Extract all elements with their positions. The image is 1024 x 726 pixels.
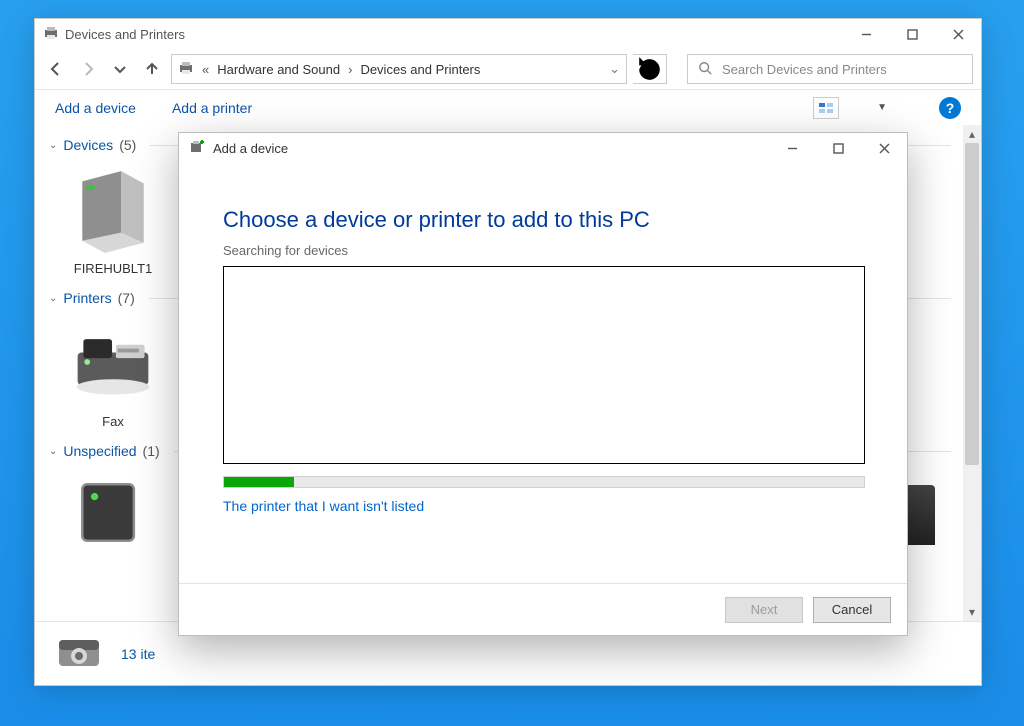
wizard-title: Add a device xyxy=(213,141,288,156)
forward-button xyxy=(75,56,101,82)
device-fax-label: Fax xyxy=(102,414,124,429)
wizard-close-button[interactable] xyxy=(861,133,907,163)
wizard-footer: Next Cancel xyxy=(179,583,907,635)
device-pc[interactable]: FIREHUBLT1 xyxy=(53,163,173,276)
wizard-minimize-button[interactable] xyxy=(769,133,815,163)
breadcrumb-hardware[interactable]: Hardware and Sound xyxy=(217,62,340,77)
chevron-right-icon: › xyxy=(348,62,352,77)
minimize-button[interactable] xyxy=(843,19,889,49)
wizard-subheading: Searching for devices xyxy=(223,243,863,258)
add-device-icon xyxy=(189,139,205,158)
group-unspecified-label: Unspecified xyxy=(63,443,136,459)
explorer-titlebar: Devices and Printers xyxy=(35,19,981,49)
back-button[interactable] xyxy=(43,56,69,82)
device-list[interactable] xyxy=(223,266,865,464)
add-device-wizard: Add a device Choose a device or printer … xyxy=(178,132,908,636)
group-devices-label: Devices xyxy=(63,137,113,153)
device-pc-label: FIREHUBLT1 xyxy=(74,261,153,276)
group-printers-label: Printers xyxy=(63,290,111,306)
search-box[interactable] xyxy=(687,54,973,84)
wizard-maximize-button[interactable] xyxy=(815,133,861,163)
group-devices-count: (5) xyxy=(119,137,136,153)
add-device-command[interactable]: Add a device xyxy=(55,100,136,116)
up-button[interactable] xyxy=(139,56,165,82)
command-bar: Add a device Add a printer ▼ ? xyxy=(35,89,981,125)
wizard-heading: Choose a device or printer to add to thi… xyxy=(223,207,863,233)
refresh-button[interactable] xyxy=(633,54,667,84)
device-fax[interactable]: Fax xyxy=(53,316,173,429)
device-unspecified[interactable] xyxy=(53,469,173,561)
nav-row: « Hardware and Sound › Devices and Print… xyxy=(35,49,981,89)
address-bar[interactable]: « Hardware and Sound › Devices and Print… xyxy=(171,54,627,84)
add-printer-command[interactable]: Add a printer xyxy=(172,100,252,116)
pc-tower-icon xyxy=(70,163,156,255)
chevron-down-icon: ⌄ xyxy=(49,140,57,151)
fax-icon xyxy=(70,316,156,408)
status-text: 13 ite xyxy=(121,646,155,662)
view-mode-button[interactable] xyxy=(813,97,839,119)
progress-fill xyxy=(224,477,294,487)
printer-icon xyxy=(43,25,59,44)
printer-not-listed-link[interactable]: The printer that I want isn't listed xyxy=(223,498,863,514)
search-progress xyxy=(223,476,865,488)
group-unspecified-count: (1) xyxy=(143,443,160,459)
breadcrumb-devices[interactable]: Devices and Printers xyxy=(360,62,480,77)
close-button[interactable] xyxy=(935,19,981,49)
recent-dropdown[interactable] xyxy=(107,56,133,82)
device-box-icon xyxy=(70,469,156,561)
group-printers-count: (7) xyxy=(118,290,135,306)
scroll-down-icon[interactable]: ▾ xyxy=(963,603,981,621)
scrollbar-thumb[interactable] xyxy=(965,143,979,465)
chevron-down-icon[interactable]: ⌄ xyxy=(609,61,620,77)
search-icon xyxy=(698,61,712,78)
chevron-down-icon: ⌄ xyxy=(49,446,57,457)
breadcrumb-prefix: « xyxy=(202,62,209,77)
scroll-up-icon[interactable]: ▴ xyxy=(963,125,981,143)
chevron-down-icon: ⌄ xyxy=(49,293,57,304)
help-button[interactable]: ? xyxy=(939,97,961,119)
search-input[interactable] xyxy=(720,61,962,78)
cancel-button[interactable]: Cancel xyxy=(813,597,891,623)
printer-icon xyxy=(178,60,194,79)
chevron-down-icon[interactable]: ▼ xyxy=(877,102,887,113)
wizard-body: Choose a device or printer to add to thi… xyxy=(179,163,907,583)
wizard-titlebar: Add a device xyxy=(179,133,907,163)
vertical-scrollbar[interactable]: ▴ ▾ xyxy=(963,125,981,621)
camera-icon xyxy=(55,632,103,675)
next-button: Next xyxy=(725,597,803,623)
maximize-button[interactable] xyxy=(889,19,935,49)
window-title: Devices and Printers xyxy=(65,27,185,42)
